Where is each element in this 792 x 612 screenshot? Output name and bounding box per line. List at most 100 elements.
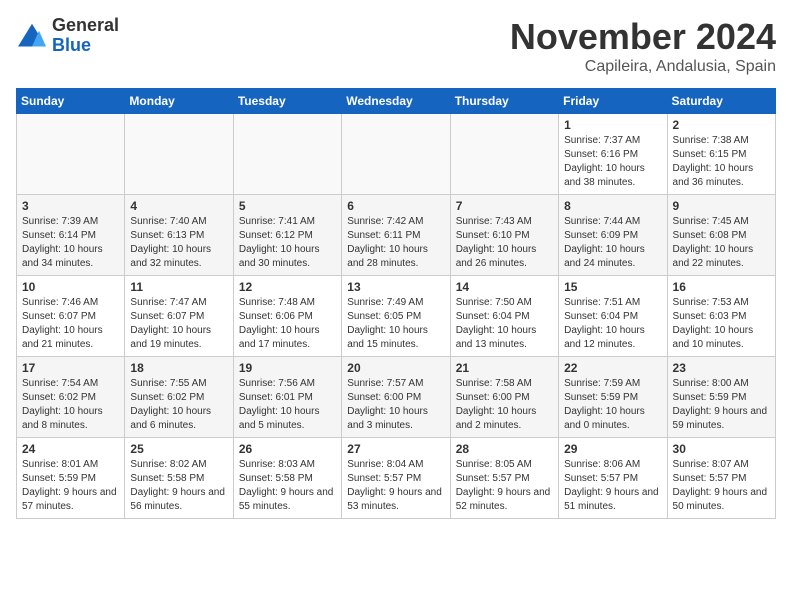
calendar-cell [342, 114, 450, 195]
day-info: Sunrise: 7:39 AM Sunset: 6:14 PM Dayligh… [22, 215, 119, 271]
day-info: Sunrise: 8:07 AM Sunset: 5:57 PM Dayligh… [673, 458, 770, 514]
day-number: 12 [239, 280, 336, 294]
day-number: 20 [347, 361, 444, 375]
calendar-cell: 23 Sunrise: 8:00 AM Sunset: 5:59 PM Dayli… [667, 357, 775, 438]
day-number: 21 [456, 361, 553, 375]
day-number: 24 [22, 442, 119, 456]
day-info: Sunrise: 7:57 AM Sunset: 6:00 PM Dayligh… [347, 377, 444, 433]
month-title: November 2024 [510, 16, 776, 58]
calendar-week-4: 17 Sunrise: 7:54 AM Sunset: 6:02 PM Dayli… [17, 357, 776, 438]
calendar-cell: 13 Sunrise: 7:49 AM Sunset: 6:05 PM Dayli… [342, 276, 450, 357]
calendar-cell: 3 Sunrise: 7:39 AM Sunset: 6:14 PM Daylig… [17, 195, 125, 276]
day-number: 29 [564, 442, 661, 456]
day-number: 7 [456, 199, 553, 213]
day-number: 28 [456, 442, 553, 456]
calendar-week-5: 24 Sunrise: 8:01 AM Sunset: 5:59 PM Dayli… [17, 438, 776, 519]
calendar-cell: 26 Sunrise: 8:03 AM Sunset: 5:58 PM Dayli… [233, 438, 341, 519]
calendar-cell: 18 Sunrise: 7:55 AM Sunset: 6:02 PM Dayli… [125, 357, 233, 438]
calendar-week-1: 1Sunrise: 7:37 AM Sunset: 6:16 PM Daylig… [17, 114, 776, 195]
calendar-cell [17, 114, 125, 195]
day-number: 4 [130, 199, 227, 213]
header-friday: Friday [559, 89, 667, 114]
day-number: 15 [564, 280, 661, 294]
calendar-cell: 11Sunrise: 7:47 AM Sunset: 6:07 PM Dayli… [125, 276, 233, 357]
calendar-cell: 8 Sunrise: 7:44 AM Sunset: 6:09 PM Daylig… [559, 195, 667, 276]
day-info: Sunrise: 8:05 AM Sunset: 5:57 PM Dayligh… [456, 458, 553, 514]
calendar-cell: 4 Sunrise: 7:40 AM Sunset: 6:13 PM Daylig… [125, 195, 233, 276]
calendar: SundayMondayTuesdayWednesdayThursdayFrid… [16, 88, 776, 519]
day-info: Sunrise: 7:44 AM Sunset: 6:09 PM Dayligh… [564, 215, 661, 271]
calendar-cell [125, 114, 233, 195]
header-sunday: Sunday [17, 89, 125, 114]
day-number: 1 [564, 118, 661, 132]
header-thursday: Thursday [450, 89, 558, 114]
day-number: 23 [673, 361, 770, 375]
logo-icon [16, 22, 48, 50]
header-tuesday: Tuesday [233, 89, 341, 114]
calendar-cell: 17 Sunrise: 7:54 AM Sunset: 6:02 PM Dayli… [17, 357, 125, 438]
calendar-cell [450, 114, 558, 195]
day-number: 19 [239, 361, 336, 375]
day-number: 11 [130, 280, 227, 294]
day-info: Sunrise: 8:04 AM Sunset: 5:57 PM Dayligh… [347, 458, 444, 514]
day-number: 3 [22, 199, 119, 213]
day-info: Sunrise: 7:58 AM Sunset: 6:00 PM Dayligh… [456, 377, 553, 433]
calendar-cell: 16Sunrise: 7:53 AM Sunset: 6:03 PM Dayli… [667, 276, 775, 357]
calendar-cell: 25 Sunrise: 8:02 AM Sunset: 5:58 PM Dayli… [125, 438, 233, 519]
day-info: Sunrise: 7:54 AM Sunset: 6:02 PM Dayligh… [22, 377, 119, 433]
day-info: Sunrise: 8:06 AM Sunset: 5:57 PM Dayligh… [564, 458, 661, 514]
day-info: Sunrise: 7:38 AM Sunset: 6:15 PM Dayligh… [673, 134, 770, 190]
day-info: Sunrise: 7:40 AM Sunset: 6:13 PM Dayligh… [130, 215, 227, 271]
logo-blue: Blue [52, 35, 91, 55]
day-info: Sunrise: 7:45 AM Sunset: 6:08 PM Dayligh… [673, 215, 770, 271]
day-number: 10 [22, 280, 119, 294]
calendar-cell: 9 Sunrise: 7:45 AM Sunset: 6:08 PM Daylig… [667, 195, 775, 276]
calendar-header-row: SundayMondayTuesdayWednesdayThursdayFrid… [17, 89, 776, 114]
day-info: Sunrise: 7:53 AM Sunset: 6:03 PM Dayligh… [673, 296, 770, 352]
day-number: 2 [673, 118, 770, 132]
calendar-cell: 24 Sunrise: 8:01 AM Sunset: 5:59 PM Dayli… [17, 438, 125, 519]
calendar-cell: 5Sunrise: 7:41 AM Sunset: 6:12 PM Daylig… [233, 195, 341, 276]
day-number: 9 [673, 199, 770, 213]
day-info: Sunrise: 7:41 AM Sunset: 6:12 PM Dayligh… [239, 215, 336, 271]
day-info: Sunrise: 8:00 AM Sunset: 5:59 PM Dayligh… [673, 377, 770, 433]
day-info: Sunrise: 7:43 AM Sunset: 6:10 PM Dayligh… [456, 215, 553, 271]
calendar-cell: 30 Sunrise: 8:07 AM Sunset: 5:57 PM Dayli… [667, 438, 775, 519]
title-block: November 2024 Capileira, Andalusia, Spai… [510, 16, 776, 76]
day-info: Sunrise: 8:03 AM Sunset: 5:58 PM Dayligh… [239, 458, 336, 514]
day-number: 17 [22, 361, 119, 375]
calendar-cell: 28 Sunrise: 8:05 AM Sunset: 5:57 PM Dayli… [450, 438, 558, 519]
day-number: 30 [673, 442, 770, 456]
day-info: Sunrise: 7:50 AM Sunset: 6:04 PM Dayligh… [456, 296, 553, 352]
calendar-cell: 22Sunrise: 7:59 AM Sunset: 5:59 PM Dayli… [559, 357, 667, 438]
calendar-cell: 21 Sunrise: 7:58 AM Sunset: 6:00 PM Dayli… [450, 357, 558, 438]
header-wednesday: Wednesday [342, 89, 450, 114]
calendar-week-3: 10 Sunrise: 7:46 AM Sunset: 6:07 PM Dayli… [17, 276, 776, 357]
calendar-cell: 10 Sunrise: 7:46 AM Sunset: 6:07 PM Dayli… [17, 276, 125, 357]
day-number: 13 [347, 280, 444, 294]
page-header: General Blue November 2024 Capileira, An… [16, 16, 776, 76]
day-number: 18 [130, 361, 227, 375]
calendar-cell: 12Sunrise: 7:48 AM Sunset: 6:06 PM Dayli… [233, 276, 341, 357]
day-number: 8 [564, 199, 661, 213]
day-info: Sunrise: 8:01 AM Sunset: 5:59 PM Dayligh… [22, 458, 119, 514]
day-info: Sunrise: 8:02 AM Sunset: 5:58 PM Dayligh… [130, 458, 227, 514]
day-number: 25 [130, 442, 227, 456]
day-info: Sunrise: 7:42 AM Sunset: 6:11 PM Dayligh… [347, 215, 444, 271]
day-info: Sunrise: 7:49 AM Sunset: 6:05 PM Dayligh… [347, 296, 444, 352]
calendar-cell: 27Sunrise: 8:04 AM Sunset: 5:57 PM Dayli… [342, 438, 450, 519]
calendar-cell: 15Sunrise: 7:51 AM Sunset: 6:04 PM Dayli… [559, 276, 667, 357]
calendar-cell: 7 Sunrise: 7:43 AM Sunset: 6:10 PM Daylig… [450, 195, 558, 276]
day-info: Sunrise: 7:46 AM Sunset: 6:07 PM Dayligh… [22, 296, 119, 352]
logo-text: General Blue [52, 16, 119, 56]
header-monday: Monday [125, 89, 233, 114]
day-info: Sunrise: 7:55 AM Sunset: 6:02 PM Dayligh… [130, 377, 227, 433]
day-number: 22 [564, 361, 661, 375]
calendar-cell: 19 Sunrise: 7:56 AM Sunset: 6:01 PM Dayli… [233, 357, 341, 438]
calendar-cell: 29 Sunrise: 8:06 AM Sunset: 5:57 PM Dayli… [559, 438, 667, 519]
day-number: 14 [456, 280, 553, 294]
calendar-cell: 2 Sunrise: 7:38 AM Sunset: 6:15 PM Daylig… [667, 114, 775, 195]
day-info: Sunrise: 7:56 AM Sunset: 6:01 PM Dayligh… [239, 377, 336, 433]
day-number: 26 [239, 442, 336, 456]
calendar-week-2: 3 Sunrise: 7:39 AM Sunset: 6:14 PM Daylig… [17, 195, 776, 276]
